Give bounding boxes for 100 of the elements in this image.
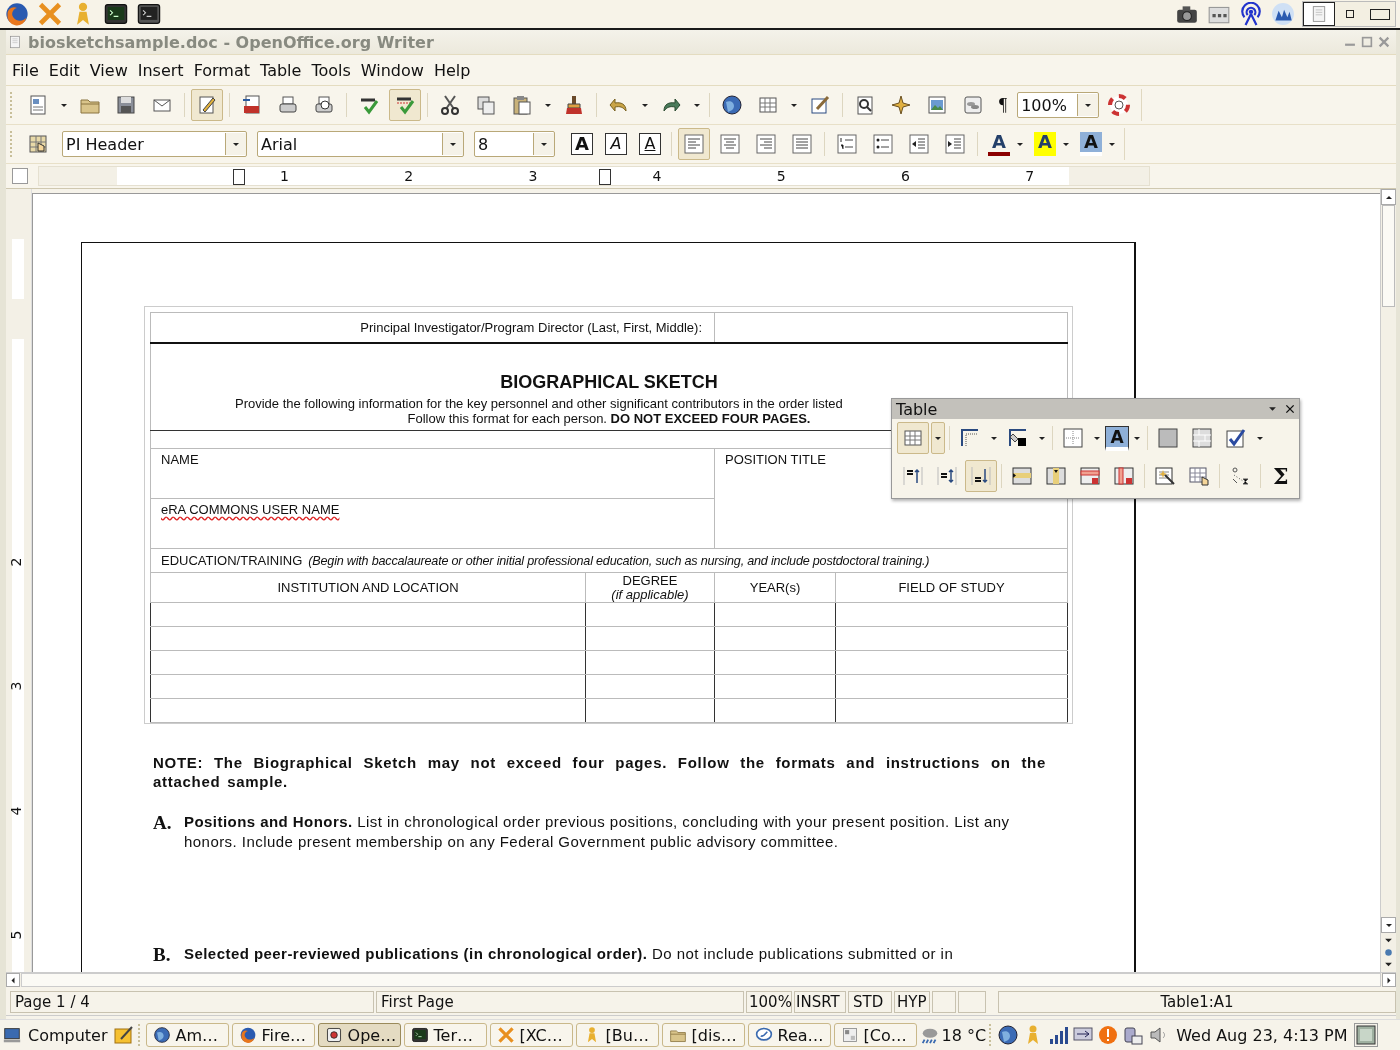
border-color-icon[interactable]	[1007, 427, 1029, 449]
dropdown-arrow-icon[interactable]	[1062, 141, 1070, 147]
dropdown-arrow-icon[interactable]	[990, 435, 998, 441]
terminal-icon[interactable]	[103, 1, 129, 27]
autoformat-icon[interactable]	[1154, 465, 1176, 487]
workspace-thumbnail-icon[interactable]	[1310, 5, 1328, 23]
globe-icon[interactable]	[721, 94, 743, 116]
menu-item[interactable]: Window	[355, 58, 429, 82]
antenna-icon[interactable]	[1238, 2, 1264, 26]
copy-icon[interactable]	[475, 94, 497, 116]
align-top-icon[interactable]	[902, 465, 924, 487]
indent-marker[interactable]	[233, 169, 245, 185]
star-icon[interactable]	[890, 94, 912, 116]
paintbrush-icon[interactable]	[563, 94, 585, 116]
alert-icon[interactable]	[1097, 1024, 1120, 1046]
menu-item[interactable]: Edit	[43, 58, 85, 82]
paragraph-style-combo[interactable]: PI Header	[62, 131, 247, 157]
dropdown-arrow-icon[interactable]	[641, 102, 649, 108]
table-icon[interactable]	[902, 427, 924, 449]
menu-item[interactable]: Format	[188, 58, 255, 82]
computer-menu[interactable]: Computer	[2, 1025, 110, 1045]
highlight-button[interactable]: A	[1034, 132, 1056, 156]
scroll-right-icon[interactable]	[1386, 976, 1392, 984]
workspace-thumbnail[interactable]	[1346, 10, 1354, 18]
decrease-indent-icon[interactable]	[908, 133, 930, 155]
dropdown-arrow-icon[interactable]	[1093, 435, 1101, 441]
navigation-icon[interactable]	[1384, 948, 1393, 957]
vertical-ruler[interactable]: 2 3 4 5	[6, 189, 32, 972]
merge-cells-icon[interactable]	[1191, 427, 1213, 449]
menu-item[interactable]: Table	[255, 58, 307, 82]
taskbar-button[interactable]: Am…	[145, 1023, 229, 1047]
font-color-button[interactable]: A	[988, 132, 1010, 156]
find-icon[interactable]	[854, 94, 876, 116]
background-color-button[interactable]: A	[1105, 425, 1129, 451]
formatting-marks-button[interactable]: ¶	[993, 94, 1014, 116]
dropdown-arrow-icon[interactable]	[1038, 435, 1046, 441]
bold-button[interactable]: A	[571, 133, 593, 155]
notepad-icon[interactable]	[112, 1024, 135, 1046]
numbered-list-icon[interactable]	[836, 133, 858, 155]
styles-icon[interactable]	[27, 133, 49, 155]
globe-icon[interactable]	[997, 1024, 1020, 1046]
close-icon[interactable]	[1285, 404, 1295, 414]
menu-item[interactable]: Help	[428, 58, 476, 82]
italic-button[interactable]: A	[605, 133, 627, 155]
tab-stop-selector[interactable]	[12, 168, 28, 184]
scrollbar-thumb[interactable]	[1382, 205, 1395, 307]
next-page-icon[interactable]	[1384, 961, 1393, 968]
lifebuoy-icon[interactable]	[1108, 94, 1131, 116]
checkbox-icon[interactable]	[1225, 427, 1247, 449]
dropdown-arrow-icon[interactable]	[544, 102, 552, 108]
dropdown-arrow-icon[interactable]	[540, 141, 548, 147]
scroll-left-icon[interactable]	[10, 976, 16, 984]
cut-icon[interactable]	[439, 94, 461, 116]
align-bottom-icon[interactable]	[970, 465, 992, 487]
bullet-list-icon[interactable]	[872, 133, 894, 155]
justify-icon[interactable]	[791, 133, 813, 155]
print-icon[interactable]	[277, 94, 299, 116]
menu-item[interactable]: Insert	[132, 58, 189, 82]
increase-indent-icon[interactable]	[944, 133, 966, 155]
align-middle-icon[interactable]	[936, 465, 958, 487]
print-preview-icon[interactable]	[313, 94, 335, 116]
terminal-icon[interactable]	[136, 1, 162, 27]
scroll-up-icon[interactable]	[1384, 194, 1393, 200]
shading-icon[interactable]	[1157, 427, 1179, 449]
taskbar-button[interactable]: [dis…	[661, 1023, 745, 1047]
menu-item[interactable]: View	[84, 58, 133, 82]
database-icon[interactable]	[962, 94, 984, 116]
taskbar-button[interactable]: [Co…	[833, 1023, 917, 1047]
clock[interactable]: Wed Aug 23, 4:13 PM	[1176, 1025, 1348, 1045]
pdf-export-icon[interactable]	[241, 94, 263, 116]
borders-icon[interactable]	[959, 427, 981, 449]
scroll-down-icon[interactable]	[1384, 922, 1393, 928]
menu-item[interactable]: File	[6, 58, 44, 82]
taskbar-button[interactable]: [Bu…	[575, 1023, 659, 1047]
signal-icon[interactable]	[1047, 1024, 1070, 1046]
desktop-icon[interactable]	[1354, 1023, 1379, 1047]
sort-icon[interactable]	[1229, 465, 1251, 487]
dropdown-arrow-icon[interactable]	[1108, 141, 1116, 147]
temperature[interactable]: 18 °C	[941, 1025, 987, 1045]
align-right-icon[interactable]	[755, 133, 777, 155]
workspace-thumbnail[interactable]	[1370, 8, 1390, 20]
dropdown-arrow-icon[interactable]	[1084, 102, 1093, 108]
indent-marker[interactable]	[599, 169, 611, 185]
table-icon[interactable]	[757, 94, 779, 116]
cell-borders-icon[interactable]	[1062, 427, 1084, 449]
align-center-icon[interactable]	[719, 133, 741, 155]
taskbar-button[interactable]: Ope…	[317, 1023, 401, 1047]
table-properties-icon[interactable]	[1188, 465, 1210, 487]
dropdown-arrow-icon[interactable]	[232, 141, 240, 147]
scrollbar-thumb[interactable]	[21, 973, 1381, 987]
insert-row-icon[interactable]	[1011, 465, 1033, 487]
font-size-combo[interactable]: 8	[474, 131, 555, 157]
previous-page-icon[interactable]	[1384, 937, 1393, 944]
font-name-combo[interactable]: Arial	[257, 131, 464, 157]
menu-item[interactable]: Tools	[306, 58, 356, 82]
underline-button[interactable]: A	[639, 133, 661, 155]
taskbar-button[interactable]: Fire…	[231, 1023, 315, 1047]
save-icon[interactable]	[115, 94, 137, 116]
delete-row-icon[interactable]	[1079, 465, 1101, 487]
background-color-button[interactable]: A	[1080, 132, 1102, 156]
